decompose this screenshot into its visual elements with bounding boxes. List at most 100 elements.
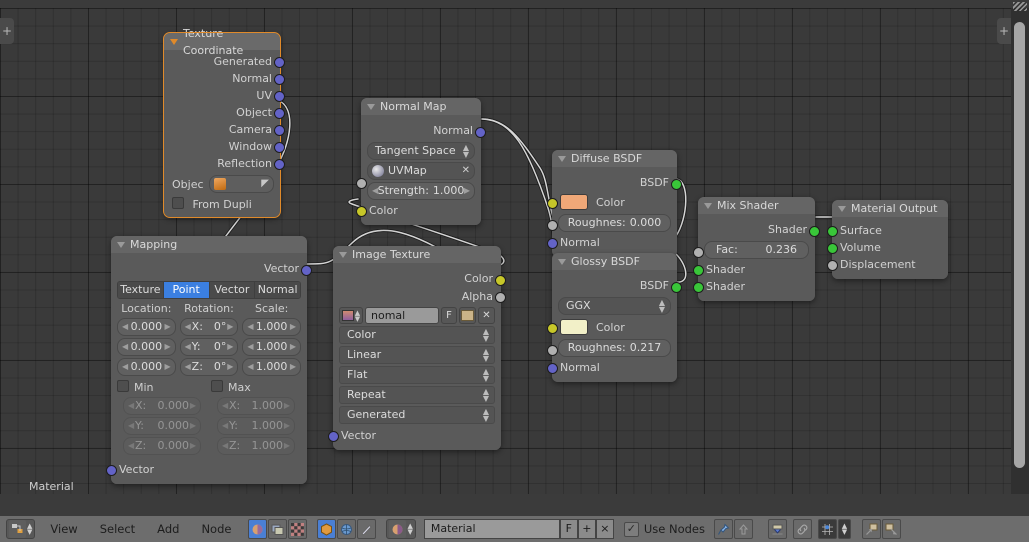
socket-row-alpha-out[interactable]: Alpha <box>333 288 506 305</box>
socket-row-shader1-in[interactable]: Shader <box>693 261 815 278</box>
menu-node[interactable]: Node <box>190 516 242 542</box>
snap-group[interactable]: ▲ ▼ <box>818 519 851 539</box>
socket-row-displacement[interactable]: Displacement <box>827 256 948 273</box>
socket-strength-input[interactable] <box>356 178 367 189</box>
nodetree-type-group[interactable] <box>248 519 308 539</box>
menu-add[interactable]: Add <box>146 516 190 542</box>
world-shading-icon[interactable] <box>337 519 357 539</box>
clear-x-icon[interactable]: ✕ <box>462 164 470 178</box>
node-insert-off-icon[interactable] <box>882 519 901 539</box>
backdrop-icon[interactable] <box>768 519 787 539</box>
socket-vector-input[interactable] <box>328 431 339 442</box>
space-dropdown[interactable]: Tangent Space ▲ ▼ <box>367 142 475 160</box>
socket-row-uv[interactable]: UV <box>164 87 285 104</box>
node-header[interactable]: Mix Shader <box>698 197 815 214</box>
right-region-toggle[interactable]: + <box>997 18 1011 44</box>
image-name-field[interactable]: nomal <box>365 307 439 324</box>
socket-roughness-input[interactable] <box>547 345 558 356</box>
roughness-row[interactable]: Roughnes: 0.217 <box>547 339 677 357</box>
location-z-field[interactable]: ◀ 0.000 ▶ <box>117 358 176 376</box>
collapse-triangle-icon[interactable] <box>558 258 566 265</box>
roughness-field[interactable]: Roughnes: 0.217 <box>558 339 671 357</box>
min-row[interactable]: Min <box>117 380 207 395</box>
object-field[interactable]: ◤ <box>208 175 274 193</box>
socket-row-bsdf-out[interactable]: BSDF <box>552 273 682 295</box>
socket-normal-output[interactable] <box>475 127 486 138</box>
socket-row-window[interactable]: Window <box>164 138 285 155</box>
node-header[interactable]: Mapping <box>111 236 307 253</box>
socket-object[interactable] <box>274 108 285 119</box>
image-datablock-row[interactable]: ▲ ▼ nomal F ✕ <box>339 307 495 324</box>
socket-row-shader-out[interactable]: Shader <box>698 217 820 239</box>
socket-row-color-in[interactable]: Color <box>547 317 677 337</box>
colorspace-dropdown[interactable]: Color ▲ ▼ <box>339 326 495 344</box>
material-datablock-field[interactable]: Material F + × <box>423 519 614 539</box>
rotation-y-field[interactable]: ◀ Y: 0° ▶ <box>179 338 239 356</box>
node-canvas[interactable]: Texture Coordinate Generated Normal UV O… <box>0 8 1029 494</box>
pin-group[interactable] <box>714 519 753 539</box>
object-picker-row[interactable]: Objec ◤ <box>164 172 280 193</box>
material-name-input[interactable]: Material <box>423 519 560 539</box>
texture-nodetree-icon[interactable] <box>288 519 308 539</box>
socket-camera[interactable] <box>274 125 285 136</box>
max-checkbox[interactable] <box>211 380 223 392</box>
material-unlink-button[interactable]: × <box>595 519 614 539</box>
distribution-dropdown[interactable]: GGX ▲ ▼ <box>558 297 671 315</box>
roughness-row[interactable]: Roughnes: 0.000 <box>547 214 677 232</box>
left-region-toggle[interactable]: + <box>0 18 14 44</box>
socket-row-shader2-in[interactable]: Shader <box>693 278 815 295</box>
socket-row-reflection[interactable]: Reflection <box>164 155 285 172</box>
glossy-color-swatch[interactable] <box>560 319 588 335</box>
rotation-x-field[interactable]: ◀ X: 0° ▶ <box>179 318 239 336</box>
socket-row-color-out[interactable]: Color <box>333 266 506 288</box>
socket-row-vector-in[interactable]: Vector <box>106 461 307 478</box>
node-header[interactable]: Diffuse BSDF <box>552 150 677 167</box>
socket-alpha-output[interactable] <box>495 292 506 303</box>
node-insert-group[interactable] <box>862 519 901 539</box>
use-nodes-checkbox[interactable]: ✓ <box>623 521 639 537</box>
browse-image-icon[interactable]: ▲ ▼ <box>339 307 363 324</box>
socket-surface-input[interactable] <box>827 226 838 237</box>
socket-row-normal-in[interactable]: Normal <box>547 359 677 376</box>
editor-type-selector[interactable]: ▲ ▼ <box>6 519 36 539</box>
socket-bsdf-output[interactable] <box>671 179 682 190</box>
tab-point[interactable]: Point <box>163 282 210 298</box>
strength-field[interactable]: ◀ Strength: 1.000 ▶ <box>367 182 475 200</box>
min-checkbox[interactable] <box>117 380 129 392</box>
socket-row-normal-in[interactable]: Normal <box>547 234 677 251</box>
fake-user-button[interactable]: F <box>441 307 457 324</box>
material-fake-user-button[interactable]: F <box>559 519 578 539</box>
collapse-triangle-icon[interactable] <box>339 251 347 258</box>
rotation-z-field[interactable]: ◀ Z: 0° ▶ <box>179 358 239 376</box>
compositing-nodetree-icon[interactable] <box>268 519 288 539</box>
roughness-field[interactable]: Roughnes: 0.000 <box>558 214 671 232</box>
socket-fac-input[interactable] <box>693 247 704 258</box>
socket-row-normal-out[interactable]: Normal <box>361 118 486 140</box>
node-texture-coordinate[interactable]: Texture Coordinate Generated Normal UV O… <box>163 27 285 218</box>
material-browse-selector[interactable]: ▲ ▼ <box>386 519 416 539</box>
material-new-button[interactable]: + <box>577 519 596 539</box>
socket-window[interactable] <box>274 142 285 153</box>
node-insert-on-icon[interactable] <box>862 519 881 539</box>
tab-texture[interactable]: Texture <box>118 282 164 298</box>
collapse-triangle-icon[interactable] <box>558 155 566 162</box>
linestyle-shading-icon[interactable] <box>357 519 377 539</box>
socket-color-input[interactable] <box>547 198 558 209</box>
collapse-triangle-icon[interactable] <box>170 38 178 45</box>
unlink-x-icon[interactable]: ✕ <box>478 307 495 324</box>
tab-vector[interactable]: Vector <box>209 282 256 298</box>
node-header[interactable]: Glossy BSDF <box>552 253 677 270</box>
socket-displacement-input[interactable] <box>827 260 838 271</box>
socket-color-input[interactable] <box>356 206 367 217</box>
node-normal-map[interactable]: Normal Map Normal Tangent Space ▲ ▼ UVMap… <box>356 98 486 225</box>
from-dupli-row[interactable]: From Dupli <box>164 193 280 211</box>
socket-bsdf-output[interactable] <box>671 282 682 293</box>
vertical-scrollbar[interactable] <box>1014 22 1025 468</box>
scale-x-field[interactable]: ◀ 1.000 ▶ <box>242 318 302 336</box>
tab-normal[interactable]: Normal <box>255 282 300 298</box>
collapse-triangle-icon[interactable] <box>367 103 375 110</box>
go-to-parent-icon[interactable] <box>734 519 753 539</box>
socket-color-input[interactable] <box>547 323 558 334</box>
collapse-triangle-icon[interactable] <box>704 202 712 209</box>
min-z-field[interactable]: ◀ Z: 0.000 ▶ <box>123 437 201 455</box>
